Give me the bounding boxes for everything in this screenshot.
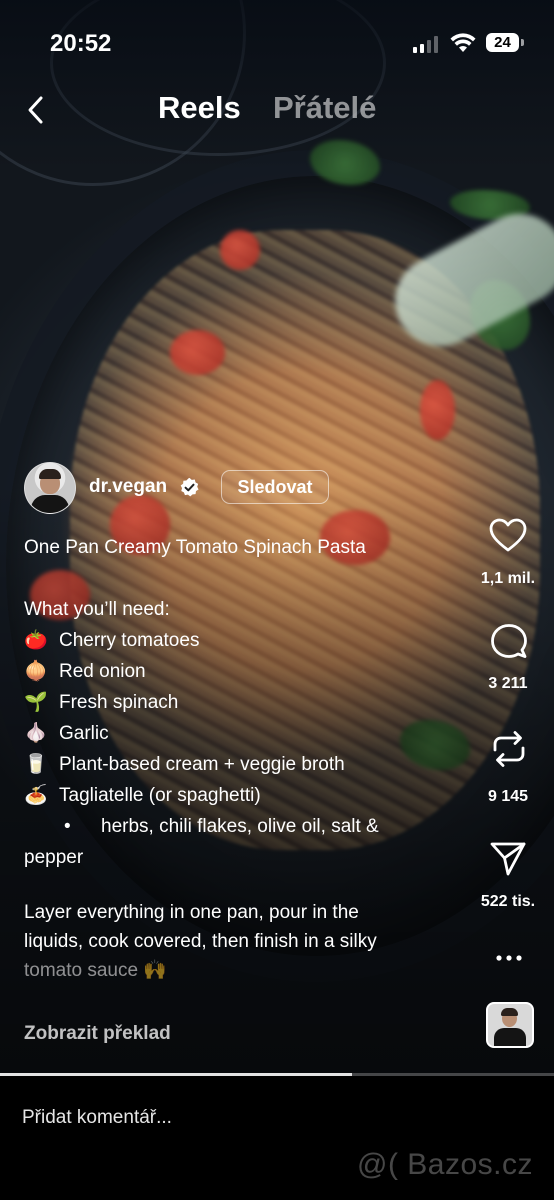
wifi-icon — [450, 33, 476, 52]
caption-description[interactable]: Layer everything in one pan, pour in the… — [24, 898, 444, 985]
caption-body-line: tomato sauce 🙌 — [24, 960, 168, 981]
repost-icon[interactable] — [489, 729, 529, 769]
seedling-emoji-icon: 🌱 — [24, 692, 48, 713]
caption-list-heading: What you’ll need: — [24, 599, 170, 620]
ingredient-item: 🌱 Fresh spinach — [24, 687, 444, 718]
more-options-icon[interactable] — [494, 948, 524, 968]
tab-reels[interactable]: Reels — [158, 90, 241, 126]
spaghetti-emoji-icon: 🍝 — [24, 785, 48, 806]
original-audio-thumbnail[interactable] — [486, 1002, 534, 1048]
repost-count: 9 145 — [487, 788, 529, 805]
tomato-piece — [420, 380, 455, 440]
share-count: 522 tis. — [480, 893, 536, 910]
milk-emoji-icon: 🥛 — [24, 754, 48, 775]
username[interactable]: dr.vegan — [89, 476, 167, 498]
ingredient-item: 🧅 Red onion — [24, 656, 444, 687]
follow-button[interactable]: Sledovat — [221, 470, 329, 504]
like-count: 1,1 mil. — [480, 570, 536, 587]
ingredient-item: 🍅 Cherry tomatoes — [24, 625, 444, 656]
ingredient-item: 🥛 Plant-based cream + veggie broth — [24, 749, 444, 780]
onion-emoji-icon: 🧅 — [24, 661, 48, 682]
share-send-icon[interactable] — [488, 838, 528, 878]
status-bar: 20:52 24 — [0, 0, 554, 86]
caption-body-line: liquids, cook covered, then finish in a … — [24, 931, 377, 952]
chevron-left-icon[interactable] — [22, 92, 50, 128]
tomato-emoji-icon: 🍅 — [24, 630, 48, 651]
battery-level: 24 — [494, 34, 511, 51]
battery-icon: 24 — [486, 33, 524, 52]
caption-extras-cont: pepper — [24, 847, 84, 868]
ingredient-item: 🍝 Tagliatelle (or spaghetti) — [24, 780, 444, 811]
heart-icon[interactable] — [488, 516, 528, 556]
tomato-piece — [170, 330, 225, 375]
verified-badge-icon — [180, 477, 199, 497]
ingredient-item: 🧄 Garlic — [24, 718, 444, 749]
post-caption[interactable]: One Pan Creamy Tomato Spinach Pasta What… — [24, 532, 444, 873]
comment-input[interactable]: Přidat komentář... — [22, 1107, 172, 1129]
watermark: @( Bazos.cz — [357, 1148, 533, 1181]
caption-extras: • herbs, chili flakes, olive oil, salt & — [24, 811, 444, 842]
caption-title: One Pan Creamy Tomato Spinach Pasta — [24, 537, 366, 558]
comment-icon[interactable] — [489, 622, 529, 662]
bullet-point: • — [64, 816, 71, 837]
status-time: 20:52 — [50, 30, 112, 57]
tomato-piece — [220, 230, 260, 270]
caption-body-line: Layer everything in one pan, pour in the — [24, 902, 359, 923]
comment-count: 3 211 — [488, 675, 528, 692]
garlic-emoji-icon: 🧄 — [24, 723, 48, 744]
video-progress-bar[interactable] — [0, 1073, 554, 1076]
video-progress-fill — [0, 1073, 352, 1076]
tab-friends[interactable]: Přátelé — [273, 90, 376, 126]
cellular-signal-icon — [413, 36, 438, 53]
avatar[interactable] — [24, 462, 76, 514]
show-translation-link[interactable]: Zobrazit překlad — [24, 1023, 171, 1045]
